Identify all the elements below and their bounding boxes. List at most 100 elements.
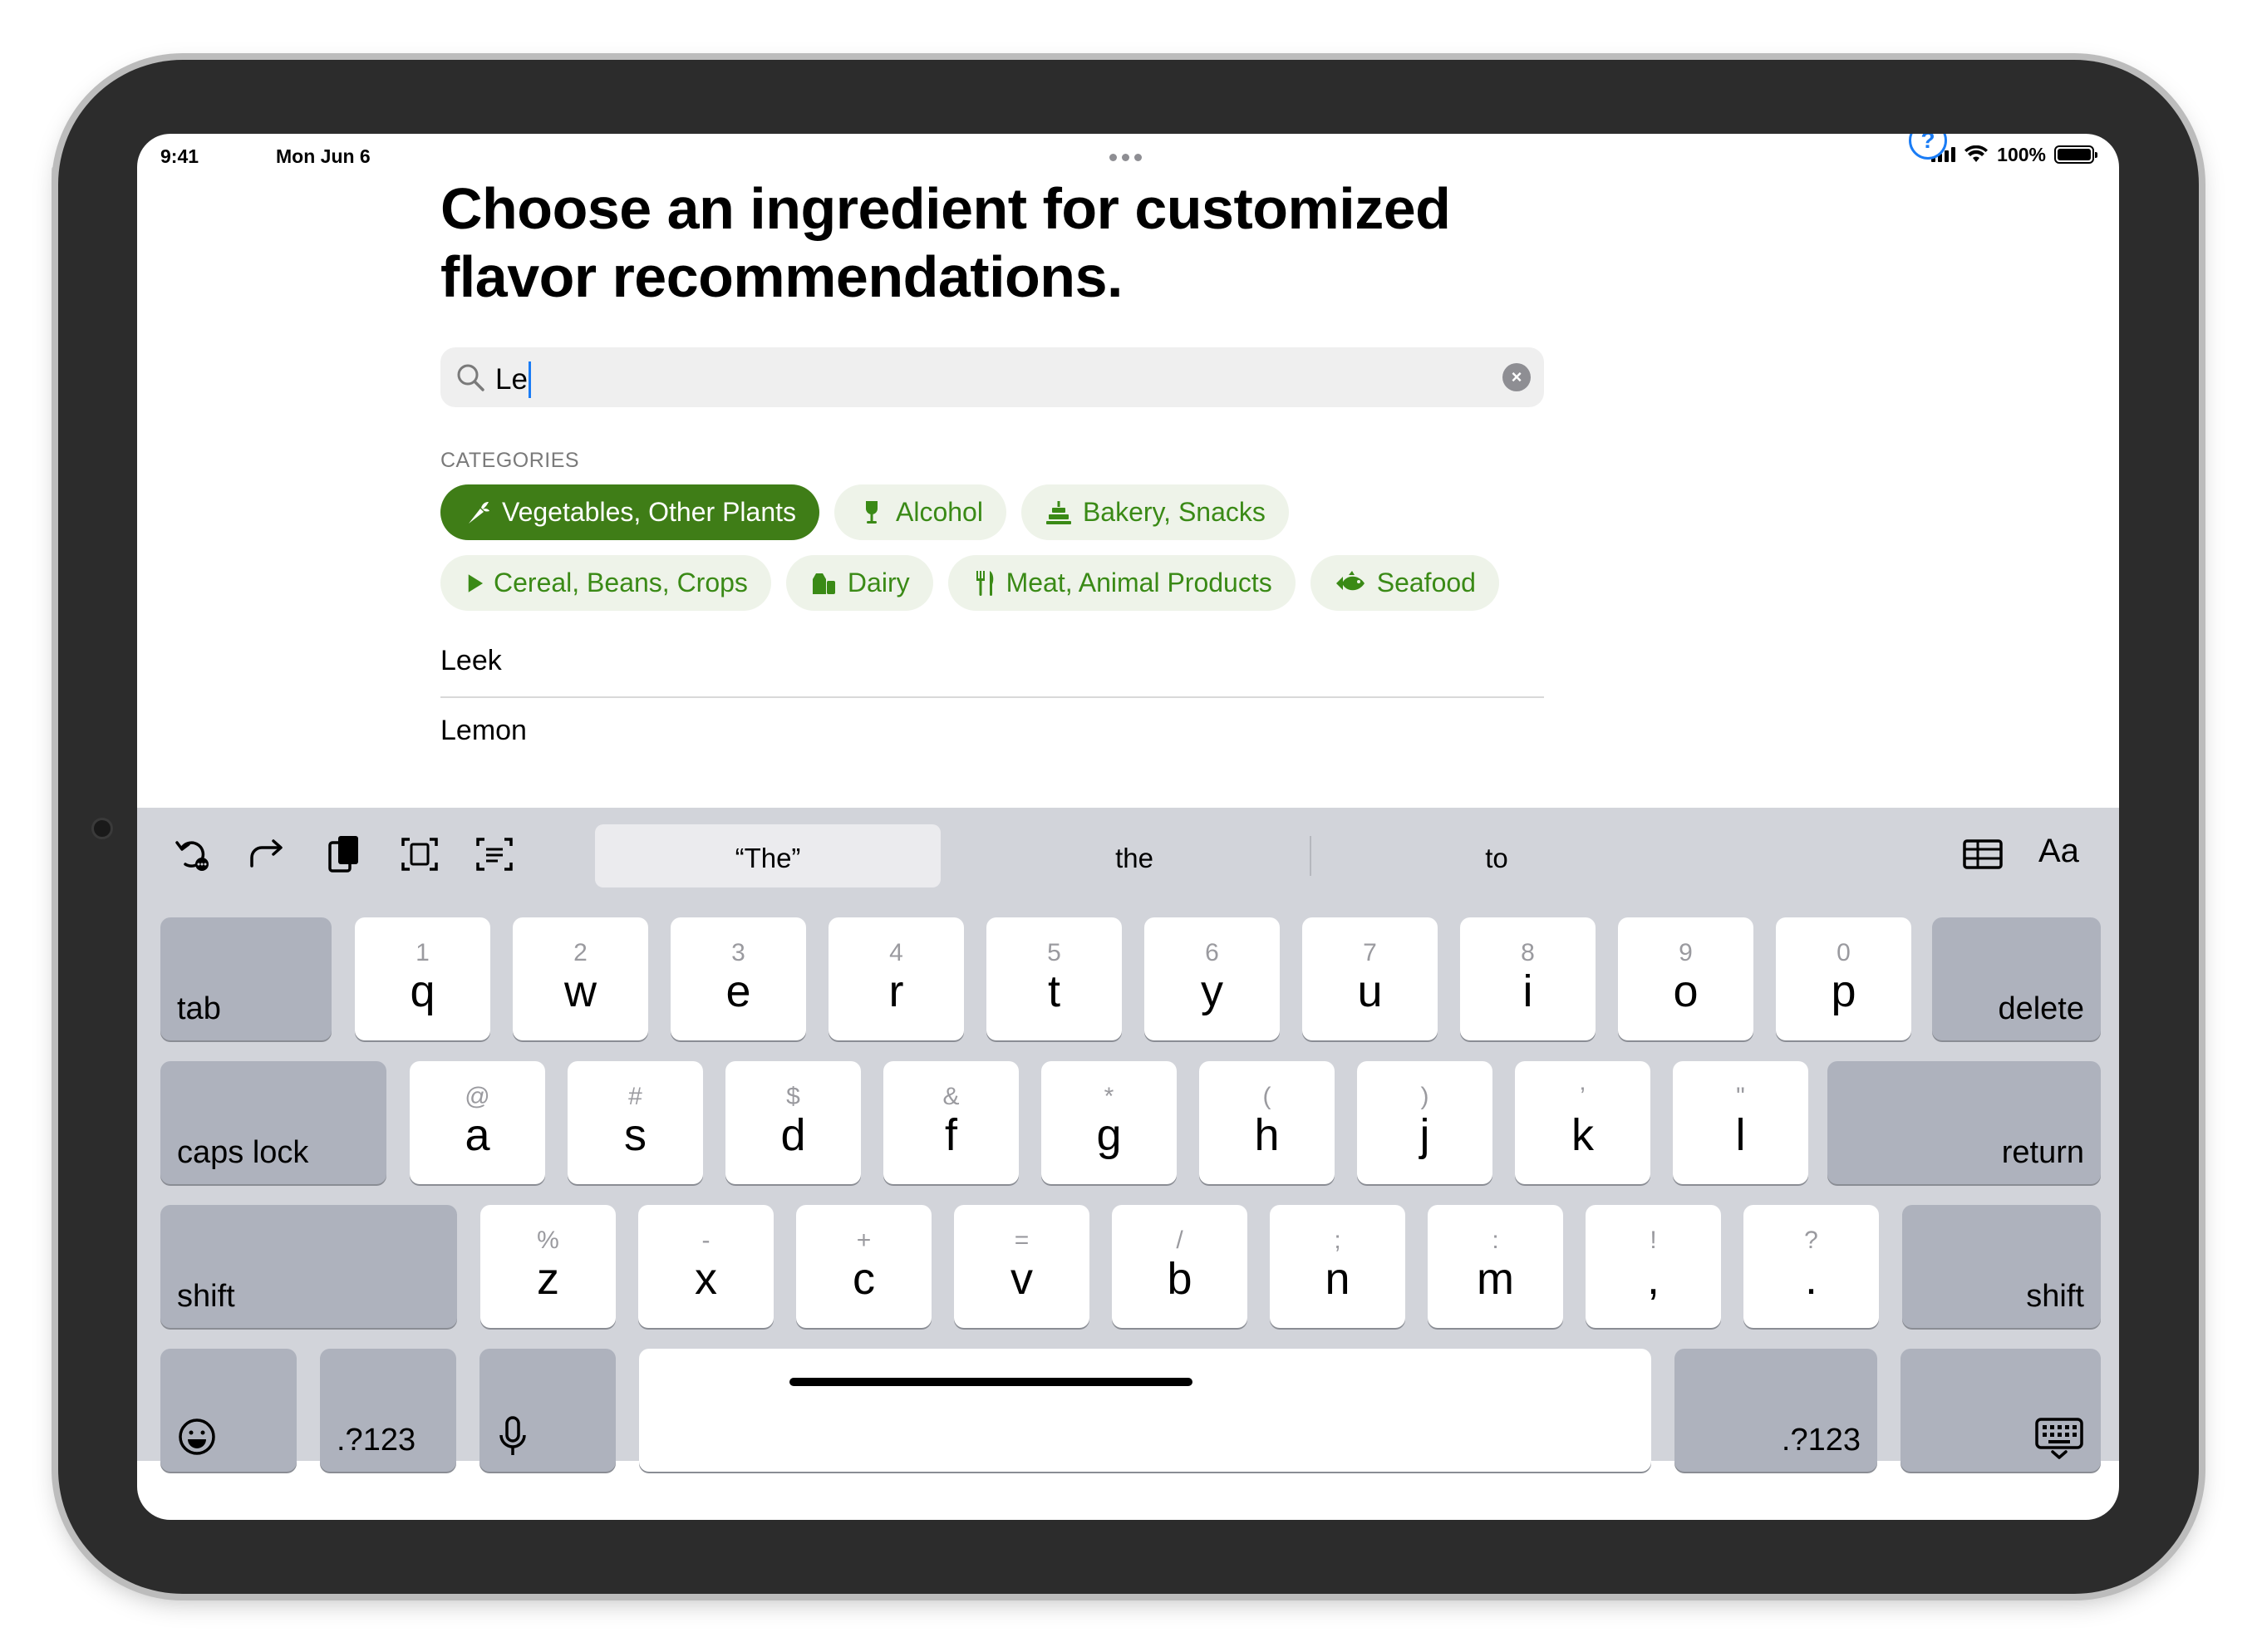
chip-seafood[interactable]: Seafood xyxy=(1310,555,1499,611)
key-g[interactable]: * g xyxy=(1041,1061,1177,1184)
chip-label: Seafood xyxy=(1376,568,1476,597)
key-label: shift xyxy=(2026,1279,2084,1314)
chip-label: Meat, Animal Products xyxy=(1006,568,1272,597)
chip-label: Alcohol xyxy=(896,497,983,527)
key-e[interactable]: 3e xyxy=(671,917,806,1040)
left-shift-key[interactable]: shift xyxy=(160,1205,457,1328)
key-q[interactable]: 1q xyxy=(355,917,490,1040)
keyboard-toolbar: “The” the to Aa xyxy=(137,808,2119,899)
key-v[interactable]: = v xyxy=(954,1205,1089,1328)
key-label: e xyxy=(725,966,751,1016)
paste-icon[interactable] xyxy=(322,831,368,878)
delete-key[interactable]: delete xyxy=(1932,917,2101,1040)
power-button xyxy=(52,166,58,274)
search-input[interactable]: Le xyxy=(495,361,531,398)
key-l[interactable]: " l xyxy=(1673,1061,1808,1184)
clear-search-button[interactable]: × xyxy=(1502,363,1531,391)
numbers-key-right[interactable]: .?123 xyxy=(1674,1349,1877,1472)
key-secondary-label: + xyxy=(856,1227,872,1254)
key-i[interactable]: 8i xyxy=(1460,917,1596,1040)
key-label: i xyxy=(1522,966,1533,1016)
key-label: b xyxy=(1167,1254,1192,1304)
microphone-icon xyxy=(499,1416,526,1455)
redo-icon[interactable] xyxy=(243,831,290,878)
key-period[interactable]: ?. xyxy=(1743,1205,1879,1328)
key-label: n xyxy=(1325,1254,1350,1304)
key-x[interactable]: -x xyxy=(638,1205,774,1328)
key-label: k xyxy=(1571,1110,1594,1160)
key-secondary-label: 2 xyxy=(573,939,588,966)
space-key[interactable] xyxy=(639,1349,1651,1472)
key-label: o xyxy=(1673,966,1699,1016)
key-label: m xyxy=(1477,1254,1514,1304)
result-item[interactable]: Leek xyxy=(440,645,1544,698)
key-secondary-label: 5 xyxy=(1047,939,1061,966)
emoji-key[interactable] xyxy=(160,1349,297,1472)
key-w[interactable]: 2w xyxy=(513,917,648,1040)
chip-label: Cereal, Beans, Crops xyxy=(494,568,748,597)
key-f[interactable]: & f xyxy=(883,1061,1019,1184)
caps-lock-key[interactable]: caps lock xyxy=(160,1061,386,1184)
scan-document-icon[interactable] xyxy=(396,831,443,878)
tab-key[interactable]: tab xyxy=(160,917,332,1040)
fork-knife-icon xyxy=(976,570,993,596)
emoji-icon xyxy=(179,1418,215,1455)
key-secondary-label: 0 xyxy=(1837,939,1851,966)
key-s[interactable]: # s xyxy=(568,1061,703,1184)
chip-alcohol[interactable]: Alcohol xyxy=(834,484,1006,540)
return-key[interactable]: return xyxy=(1827,1061,2101,1184)
chip-vegetables[interactable]: Vegetables, Other Plants xyxy=(440,484,819,540)
key-p[interactable]: 0p xyxy=(1776,917,1911,1040)
chip-cereal[interactable]: Cereal, Beans, Crops xyxy=(440,555,771,611)
battery-icon xyxy=(2054,145,2097,164)
key-b[interactable]: / b xyxy=(1112,1205,1247,1328)
key-m[interactable]: :m xyxy=(1428,1205,1563,1328)
key-u[interactable]: 7u xyxy=(1302,917,1438,1040)
key-label: w xyxy=(564,966,597,1016)
suggestion-3[interactable]: to xyxy=(1330,843,1663,874)
key-o[interactable]: 9o xyxy=(1618,917,1753,1040)
milk-carton-icon xyxy=(812,573,835,594)
scan-text-icon[interactable] xyxy=(471,831,518,878)
format-text-button[interactable]: Aa xyxy=(2038,833,2079,870)
suggestion-2[interactable]: the xyxy=(968,843,1301,874)
key-t[interactable]: 5t xyxy=(986,917,1122,1040)
key-label: p xyxy=(1831,966,1856,1016)
multitasking-dots[interactable] xyxy=(1109,154,1142,161)
key-label: , xyxy=(1646,1254,1660,1304)
key-a[interactable]: @ a xyxy=(410,1061,545,1184)
key-k[interactable]: ’ k xyxy=(1515,1061,1650,1184)
key-j[interactable]: ) j xyxy=(1357,1061,1492,1184)
undo-icon[interactable] xyxy=(170,831,217,878)
suggestion-1[interactable]: “The” xyxy=(602,843,934,874)
key-c[interactable]: + c xyxy=(796,1205,932,1328)
key-h[interactable]: (h xyxy=(1199,1061,1335,1184)
wifi-icon xyxy=(1964,145,1989,162)
chip-label: Bakery, Snacks xyxy=(1082,497,1266,527)
home-indicator[interactable] xyxy=(789,1378,1192,1386)
key-z[interactable]: % z xyxy=(480,1205,616,1328)
search-field[interactable]: Le × xyxy=(440,347,1544,407)
chip-bakery[interactable]: Bakery, Snacks xyxy=(1020,484,1289,540)
result-item[interactable]: Lemon xyxy=(440,715,1544,747)
key-label: u xyxy=(1357,966,1383,1016)
key-label: q xyxy=(410,966,435,1016)
key-r[interactable]: 4r xyxy=(829,917,964,1040)
chip-meat[interactable]: Meat, Animal Products xyxy=(947,555,1296,611)
key-label: c xyxy=(853,1254,875,1304)
front-camera xyxy=(91,818,113,839)
numbers-key[interactable]: .?123 xyxy=(320,1349,456,1472)
key-secondary-label: @ xyxy=(465,1083,490,1110)
right-shift-key[interactable]: shift xyxy=(1902,1205,2101,1328)
key-n[interactable]: ; n xyxy=(1270,1205,1405,1328)
key-secondary-label: * xyxy=(1104,1083,1114,1110)
key-comma[interactable]: !, xyxy=(1586,1205,1721,1328)
key-secondary-label: 9 xyxy=(1679,939,1693,966)
key-d[interactable]: $ d xyxy=(725,1061,861,1184)
key-secondary-label: 6 xyxy=(1205,939,1219,966)
table-icon[interactable] xyxy=(1960,831,2006,878)
chip-dairy[interactable]: Dairy xyxy=(785,555,933,611)
key-y[interactable]: 6y xyxy=(1144,917,1280,1040)
hide-keyboard-key[interactable] xyxy=(1901,1349,2101,1472)
dictation-key[interactable] xyxy=(479,1349,616,1472)
